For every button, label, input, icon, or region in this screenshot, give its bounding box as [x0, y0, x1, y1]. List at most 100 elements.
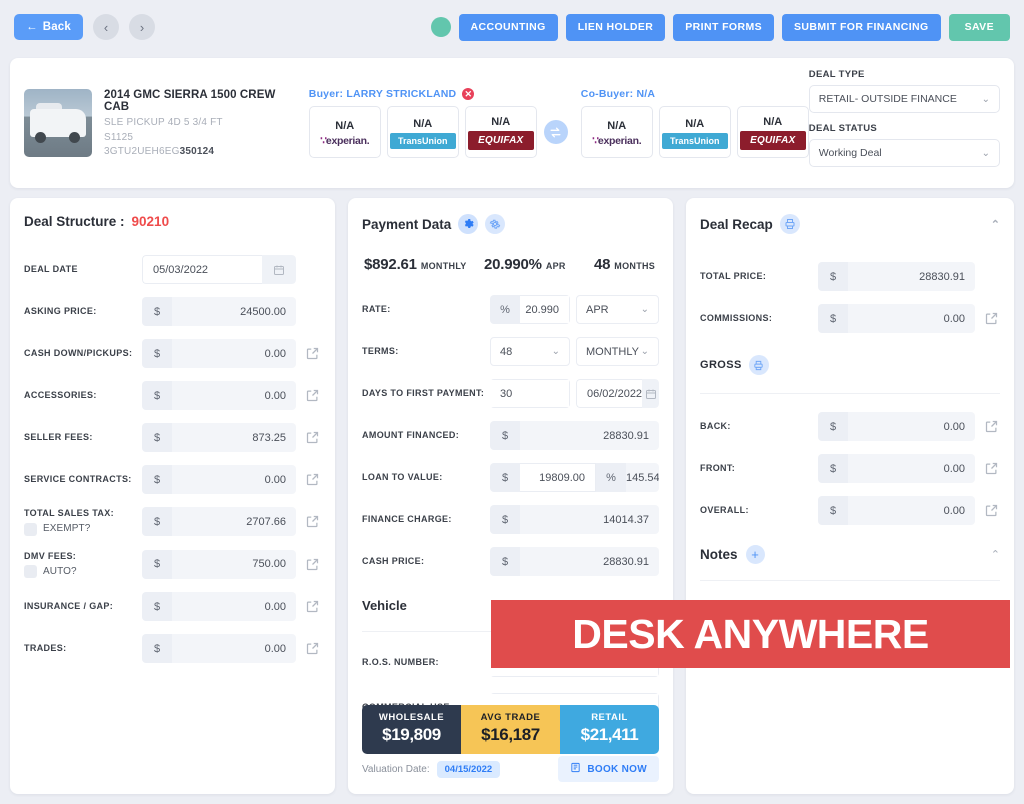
term-summary: 48 MONTHS	[594, 256, 655, 273]
rate-field[interactable]: % 20.990	[490, 295, 570, 324]
row-field[interactable]: $0.00	[142, 634, 296, 664]
expand-row-icon[interactable]	[305, 514, 321, 529]
swap-arrows-icon[interactable]	[543, 120, 568, 144]
row-value[interactable]: 0.00	[172, 381, 296, 410]
row-value[interactable]: 0.00	[172, 592, 296, 622]
buyer-experian-tile[interactable]: N/A ∵experian.	[308, 106, 381, 158]
chevron-left-icon[interactable]: ‹	[93, 14, 119, 40]
book-now-button[interactable]: BOOK NOW	[558, 756, 659, 782]
loan-to-value-field[interactable]: $ 19809.00 % 145.54	[490, 463, 659, 492]
buyer-transunion-tile[interactable]: N/A TransUnion	[386, 106, 459, 158]
row-value[interactable]: 24500.00	[172, 297, 296, 326]
save-button[interactable]: SAVE	[948, 13, 1010, 41]
row-value[interactable]: 0.00	[172, 634, 296, 664]
buyer-equifax-tile[interactable]: N/A EQUIFAX	[464, 106, 537, 158]
plus-icon[interactable]: +	[745, 545, 765, 564]
days-field[interactable]: 30	[490, 379, 570, 408]
printer-icon[interactable]	[779, 214, 800, 234]
gear-outline-icon[interactable]	[485, 214, 506, 234]
rate-value[interactable]: 20.990	[520, 295, 570, 324]
deal-date-field[interactable]: 05/03/2022	[142, 255, 296, 284]
expand-row-icon[interactable]	[984, 419, 1000, 434]
top-toolbar: ← Back ‹ › ACCOUNTING LIEN HOLDER PRINT …	[0, 0, 1024, 54]
deal-structure-row: SELLER FEES: $873.25	[24, 423, 321, 452]
deal-type-select[interactable]: RETAIL- OUTSIDE FINANCE ⌄	[808, 85, 1000, 113]
cobuyer-experian-tile[interactable]: N/A ∵experian.	[580, 106, 653, 158]
expand-row-icon[interactable]	[984, 461, 1000, 476]
chevron-right-icon[interactable]: ›	[129, 14, 155, 40]
rate-label: RATE:	[362, 303, 391, 314]
expand-row-icon[interactable]	[305, 388, 321, 403]
terms-frequency-select[interactable]: MONTHLY ⌄	[576, 337, 659, 366]
days-value[interactable]: 30	[490, 379, 570, 408]
terms-row: TERMS: 48 ⌄ MONTHLY ⌄	[362, 337, 659, 366]
valuation-date-value[interactable]: 04/15/2022	[436, 760, 501, 778]
row-value[interactable]: 873.25	[172, 423, 296, 452]
row-label: ASKING PRICE:	[24, 305, 97, 316]
vehicle-photo[interactable]	[24, 89, 92, 157]
cobuyer-transunion-tile[interactable]: N/A TransUnion	[658, 106, 731, 158]
chevron-down-icon: ⌄	[640, 304, 649, 315]
first-payment-date-value[interactable]: 06/02/2022	[576, 379, 643, 408]
row-field[interactable]: $0.00	[142, 339, 296, 368]
row-value[interactable]: 0.00	[172, 465, 296, 494]
deal-recap-row: OVERALL: $0.00	[700, 496, 1000, 525]
row-field[interactable]: $750.00	[142, 549, 296, 579]
row-field[interactable]: $24500.00	[142, 297, 296, 326]
expand-row-icon[interactable]	[984, 503, 1000, 518]
cobuyer-name-label: Co-Buyer: N/A	[580, 88, 656, 100]
chevron-up-icon[interactable]: ⌃	[991, 548, 1000, 561]
row-checkbox[interactable]	[24, 565, 37, 579]
row-value[interactable]: 750.00	[172, 549, 296, 579]
expand-row-icon[interactable]	[305, 599, 321, 614]
total-price-field: $ 28830.91	[818, 262, 975, 291]
row-field[interactable]: $0.00	[142, 592, 296, 622]
calendar-icon[interactable]	[642, 379, 659, 408]
vehicle-section-title: Vehicle	[362, 598, 407, 613]
deal-date-value[interactable]: 05/03/2022	[142, 255, 262, 284]
submit-for-financing-button[interactable]: SUBMIT FOR FINANCING	[782, 13, 941, 41]
row-field[interactable]: $0.00	[142, 381, 296, 410]
remove-buyer-icon[interactable]: ✕	[462, 88, 475, 100]
print-forms-button[interactable]: PRINT FORMS	[673, 13, 774, 41]
terms-frequency-value: MONTHLY	[586, 345, 639, 358]
notes-section-header[interactable]: Notes + ⌃	[700, 545, 1000, 564]
lien-holder-button[interactable]: LIEN HOLDER	[565, 13, 666, 41]
terms-value: 48	[500, 345, 513, 358]
row-label: INSURANCE / GAP:	[24, 601, 114, 612]
row-field[interactable]: $873.25	[142, 423, 296, 452]
dollar-prefix: $	[142, 381, 172, 410]
amount-financed-value: 28830.91	[520, 421, 659, 450]
chevron-up-icon[interactable]: ⌃	[991, 218, 1000, 231]
ltv-amount-value[interactable]: 19809.00	[520, 463, 596, 492]
row-value[interactable]: 0.00	[172, 339, 296, 368]
calendar-icon[interactable]	[262, 255, 296, 284]
deal-structure-row: TOTAL SALES TAX: EXEMPT? $2707.66	[24, 507, 321, 537]
experian-logo: ∵experian.	[320, 134, 370, 147]
printer-icon[interactable]	[748, 355, 769, 375]
expand-row-icon[interactable]	[305, 641, 321, 656]
accounting-button[interactable]: ACCOUNTING	[458, 13, 558, 41]
row-value[interactable]: 2707.66	[172, 507, 296, 537]
row-sublabel: EXEMPT?	[43, 523, 91, 535]
expand-row-icon[interactable]	[305, 472, 321, 487]
row-field[interactable]: $2707.66	[142, 507, 296, 537]
deal-status-select[interactable]: Working Deal ⌄	[808, 139, 1000, 167]
cobuyer-equifax-tile[interactable]: N/A EQUIFAX	[736, 106, 809, 158]
term-unit: MONTHS	[614, 261, 656, 271]
days-to-first-payment-label: DAYS TO FIRST PAYMENT:	[362, 387, 485, 398]
expand-row-icon[interactable]	[305, 430, 321, 445]
expand-commissions-icon[interactable]	[984, 311, 1000, 326]
expand-row-icon[interactable]	[305, 557, 321, 572]
row-label: SELLER FEES:	[24, 431, 93, 442]
dollar-prefix: $	[142, 465, 172, 494]
row-checkbox[interactable]	[24, 522, 37, 536]
back-button[interactable]: ← Back	[14, 14, 83, 40]
gear-filled-icon[interactable]	[458, 214, 479, 234]
valuation-footer: Valuation Date: 04/15/2022 BOOK NOW	[362, 756, 659, 782]
row-field[interactable]: $0.00	[142, 465, 296, 494]
terms-select[interactable]: 48 ⌄	[490, 337, 570, 366]
rate-type-select[interactable]: APR ⌄	[576, 295, 659, 324]
expand-row-icon[interactable]	[305, 346, 321, 361]
first-payment-date-field[interactable]: 06/02/2022	[576, 379, 659, 408]
